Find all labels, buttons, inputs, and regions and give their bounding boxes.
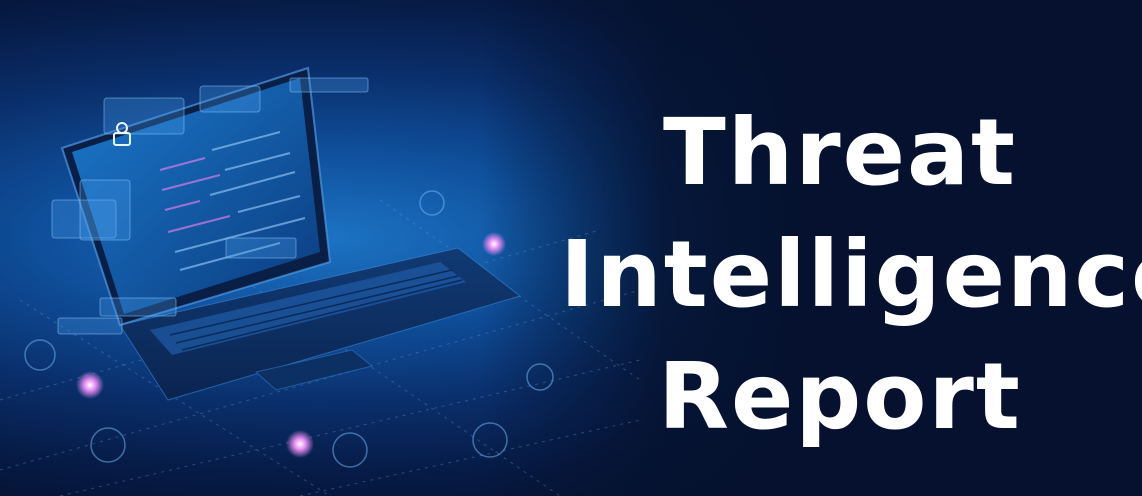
settings-icon <box>24 339 56 371</box>
title-line-threat: Threat <box>662 99 1018 206</box>
cloud-icon <box>332 432 368 468</box>
title-line-intelligence: Intelligence <box>560 221 1142 328</box>
title-block: Threat Intelligence Report <box>560 92 1142 458</box>
gear-icon <box>90 427 126 463</box>
laptop-illustration <box>0 66 640 496</box>
gear-icon <box>526 363 554 391</box>
cloud-icon <box>419 190 445 216</box>
title-line-report: Report <box>658 343 1022 450</box>
banner: Threat Intelligence Report <box>0 0 1142 496</box>
